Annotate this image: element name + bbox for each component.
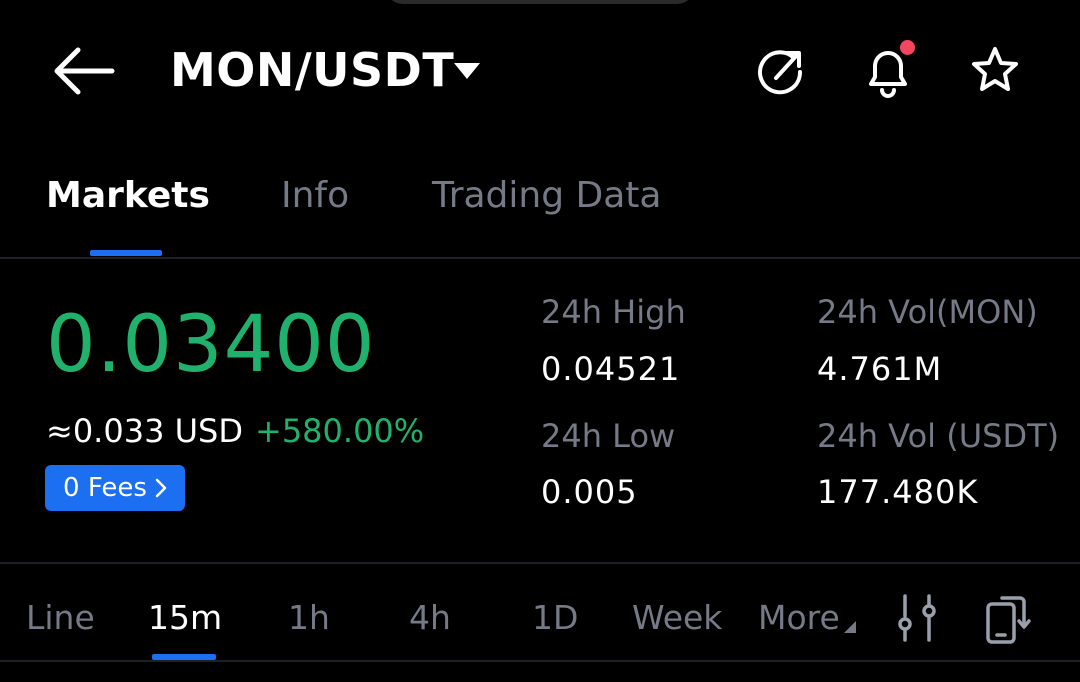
header: MON/USDT — [0, 0, 1080, 140]
notification-dot — [900, 40, 915, 55]
interval-1d[interactable]: 1D — [532, 598, 578, 637]
divider — [0, 562, 1080, 564]
active-tab-indicator — [90, 250, 162, 256]
high-24h-label: 24h High — [541, 293, 686, 331]
divider — [0, 660, 1080, 662]
low-24h-label: 24h Low — [541, 417, 676, 455]
tab-trading-data[interactable]: Trading Data — [432, 175, 661, 216]
trading-pair-screen: MON/USDT Markets Info Trading Data 0.034… — [0, 0, 1080, 682]
corner-caret-icon — [844, 621, 856, 633]
caret-down-icon[interactable] — [452, 60, 482, 82]
vol-usdt-label: 24h Vol (USDT) — [817, 417, 1060, 455]
landscape-mode-icon[interactable] — [982, 590, 1032, 646]
interval-line[interactable]: Line — [26, 598, 95, 637]
vol-mon-label: 24h Vol(MON) — [817, 293, 1038, 331]
high-24h-value: 0.04521 — [541, 350, 681, 388]
tab-info[interactable]: Info — [281, 175, 349, 216]
vol-usdt-value: 177.480K — [817, 473, 979, 511]
zero-fees-label: 0 Fees — [63, 473, 147, 503]
interval-1h[interactable]: 1h — [288, 598, 330, 637]
price-change-percent: +580.00% — [255, 412, 425, 450]
interval-more[interactable]: More — [758, 598, 840, 637]
zero-fees-button[interactable]: 0 Fees — [45, 465, 185, 511]
interval-15m[interactable]: 15m — [148, 598, 222, 637]
share-icon[interactable] — [752, 40, 808, 100]
star-icon[interactable] — [967, 40, 1023, 100]
chevron-right-icon — [155, 478, 167, 498]
vol-mon-value: 4.761M — [817, 350, 943, 388]
pair-title[interactable]: MON/USDT — [170, 43, 454, 97]
interval-week[interactable]: Week — [632, 598, 722, 637]
low-24h-value: 0.005 — [541, 473, 638, 511]
last-price: 0.03400 — [46, 300, 376, 390]
interval-4h[interactable]: 4h — [409, 598, 451, 637]
approx-usd-price: ≈0.033 USD — [46, 412, 243, 450]
back-arrow-icon[interactable] — [50, 44, 116, 98]
tab-markets[interactable]: Markets — [46, 175, 210, 216]
divider — [0, 257, 1080, 259]
section-tabs: Markets Info Trading Data — [0, 160, 1080, 260]
indicator-settings-icon[interactable] — [893, 590, 943, 646]
